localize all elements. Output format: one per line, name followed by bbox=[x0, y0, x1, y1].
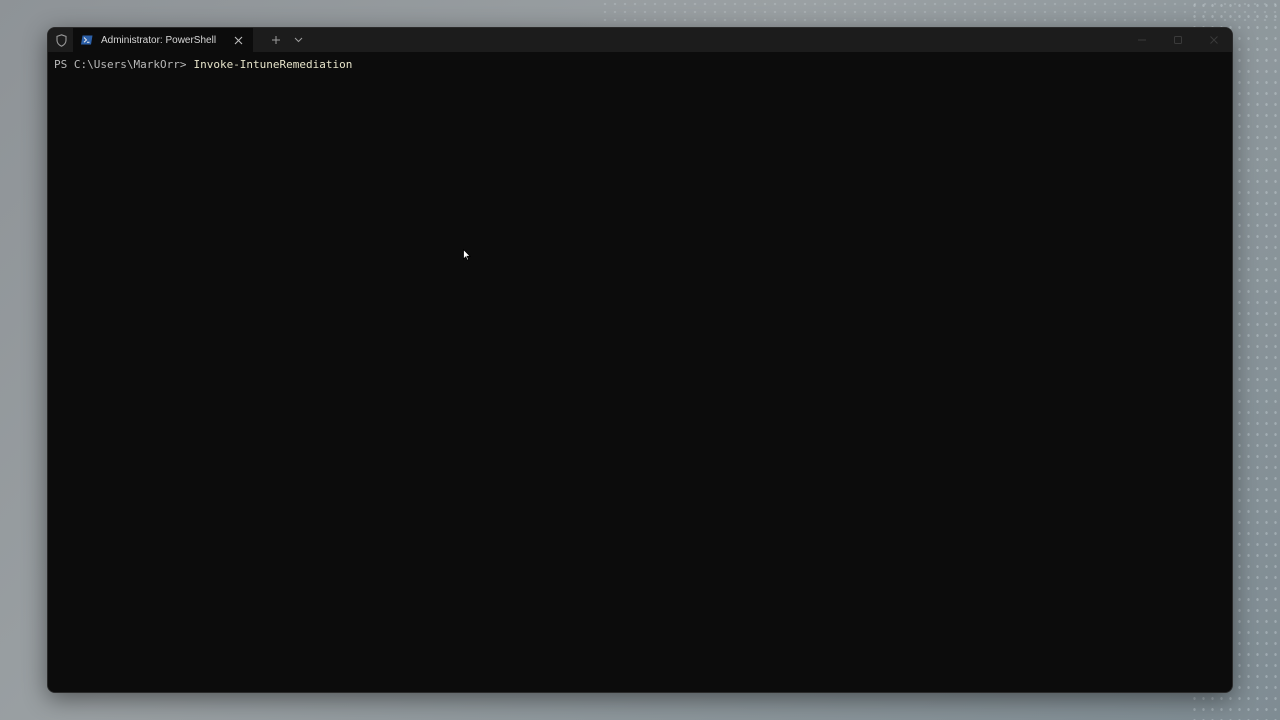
shield-icon bbox=[49, 28, 73, 52]
close-icon bbox=[1210, 36, 1218, 44]
command-text: Invoke-IntuneRemediation bbox=[193, 58, 353, 71]
tab-powershell[interactable]: Administrator: PowerShell bbox=[73, 28, 253, 52]
prompt-line: PS C:\Users\MarkOrr> Invoke-IntuneRemedia… bbox=[54, 58, 1226, 72]
close-window-button[interactable] bbox=[1196, 28, 1232, 52]
desktop-wallpaper-pattern-top bbox=[600, 0, 1280, 24]
plus-icon bbox=[272, 36, 280, 44]
powershell-icon bbox=[81, 35, 93, 45]
terminal-window: Administrator: PowerShell PS C:\Users\Ma… bbox=[47, 27, 1233, 693]
maximize-icon bbox=[1174, 36, 1182, 44]
tab-dropdown-button[interactable] bbox=[287, 28, 309, 52]
console-area[interactable]: PS C:\Users\MarkOrr> Invoke-IntuneRemedia… bbox=[48, 52, 1232, 692]
tab-title: Administrator: PowerShell bbox=[101, 34, 217, 46]
mouse-pointer-icon bbox=[463, 246, 472, 261]
maximize-button[interactable] bbox=[1160, 28, 1196, 52]
close-tab-icon[interactable] bbox=[231, 33, 245, 47]
prompt-text: PS C:\Users\MarkOrr> bbox=[54, 58, 187, 71]
minimize-button[interactable] bbox=[1124, 28, 1160, 52]
caption-buttons bbox=[1124, 28, 1232, 52]
title-bar[interactable]: Administrator: PowerShell bbox=[48, 28, 1232, 52]
minimize-icon bbox=[1138, 39, 1146, 41]
chevron-down-icon bbox=[294, 37, 302, 43]
new-tab-button[interactable] bbox=[265, 28, 287, 52]
